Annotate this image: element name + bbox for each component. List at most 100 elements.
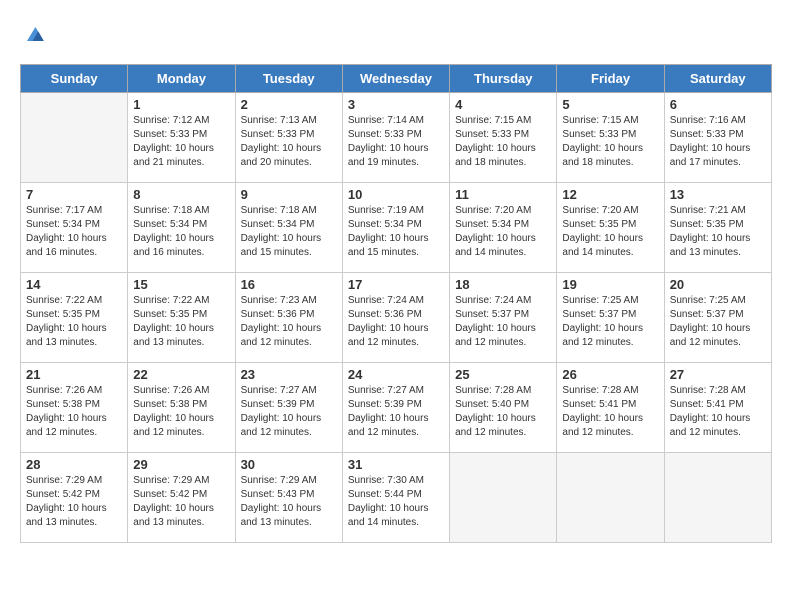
day-info: Sunrise: 7:28 AM Sunset: 5:41 PM Dayligh… xyxy=(670,384,766,440)
calendar-cell: 1Sunrise: 7:12 AM Sunset: 5:33 PM Daylig… xyxy=(128,93,235,183)
day-number: 27 xyxy=(670,367,766,382)
week-row-2: 14 Sunrise: 7:22 AM Sunset: 5:35 PM Dayli… xyxy=(21,273,772,363)
calendar-cell: 22 Sunrise: 7:26 AM Sunset: 5:38 PM Dayli… xyxy=(128,363,235,453)
day-number: 5 xyxy=(562,97,658,112)
calendar-cell: 3Sunrise: 7:14 AM Sunset: 5:33 PM Daylig… xyxy=(342,93,449,183)
calendar-cell: 21 Sunrise: 7:26 AM Sunset: 5:38 PM Dayli… xyxy=(21,363,128,453)
calendar-cell: 16 Sunrise: 7:23 AM Sunset: 5:36 PM Dayli… xyxy=(235,273,342,363)
day-number: 12 xyxy=(562,187,658,202)
calendar-cell: 26 Sunrise: 7:28 AM Sunset: 5:41 PM Dayli… xyxy=(557,363,664,453)
calendar-cell xyxy=(21,93,128,183)
col-header-friday: Friday xyxy=(557,65,664,93)
week-row-1: 7Sunrise: 7:17 AM Sunset: 5:34 PM Daylig… xyxy=(21,183,772,273)
week-row-4: 28 Sunrise: 7:29 AM Sunset: 5:42 PM Dayli… xyxy=(21,453,772,543)
day-info: Sunrise: 7:23 AM Sunset: 5:36 PM Dayligh… xyxy=(241,294,337,350)
day-info: Sunrise: 7:18 AM Sunset: 5:34 PM Dayligh… xyxy=(133,204,229,260)
calendar-cell: 20Sunrise: 7:25 AM Sunset: 5:37 PM Dayli… xyxy=(664,273,771,363)
day-info: Sunrise: 7:12 AM Sunset: 5:33 PM Dayligh… xyxy=(133,114,229,170)
day-info: Sunrise: 7:19 AM Sunset: 5:34 PM Dayligh… xyxy=(348,204,444,260)
day-number: 2 xyxy=(241,97,337,112)
day-number: 15 xyxy=(133,277,229,292)
day-number: 10 xyxy=(348,187,444,202)
day-info: Sunrise: 7:13 AM Sunset: 5:33 PM Dayligh… xyxy=(241,114,337,170)
calendar-cell: 11Sunrise: 7:20 AM Sunset: 5:34 PM Dayli… xyxy=(450,183,557,273)
calendar-cell: 9 Sunrise: 7:18 AM Sunset: 5:34 PM Daylig… xyxy=(235,183,342,273)
day-number: 14 xyxy=(26,277,122,292)
calendar-cell: 30Sunrise: 7:29 AM Sunset: 5:43 PM Dayli… xyxy=(235,453,342,543)
day-number: 22 xyxy=(133,367,229,382)
logo xyxy=(20,20,52,48)
calendar-cell: 7Sunrise: 7:17 AM Sunset: 5:34 PM Daylig… xyxy=(21,183,128,273)
calendar-cell: 24Sunrise: 7:27 AM Sunset: 5:39 PM Dayli… xyxy=(342,363,449,453)
calendar-cell: 25Sunrise: 7:28 AM Sunset: 5:40 PM Dayli… xyxy=(450,363,557,453)
logo-icon xyxy=(20,20,48,48)
calendar-cell xyxy=(664,453,771,543)
day-number: 18 xyxy=(455,277,551,292)
calendar-cell: 6 Sunrise: 7:16 AM Sunset: 5:33 PM Daylig… xyxy=(664,93,771,183)
col-header-saturday: Saturday xyxy=(664,65,771,93)
calendar-cell: 8 Sunrise: 7:18 AM Sunset: 5:34 PM Daylig… xyxy=(128,183,235,273)
day-info: Sunrise: 7:21 AM Sunset: 5:35 PM Dayligh… xyxy=(670,204,766,260)
day-info: Sunrise: 7:29 AM Sunset: 5:43 PM Dayligh… xyxy=(241,474,337,530)
day-number: 21 xyxy=(26,367,122,382)
day-info: Sunrise: 7:18 AM Sunset: 5:34 PM Dayligh… xyxy=(241,204,337,260)
day-info: Sunrise: 7:24 AM Sunset: 5:37 PM Dayligh… xyxy=(455,294,551,350)
calendar-cell: 28 Sunrise: 7:29 AM Sunset: 5:42 PM Dayli… xyxy=(21,453,128,543)
calendar-cell: 10 Sunrise: 7:19 AM Sunset: 5:34 PM Dayli… xyxy=(342,183,449,273)
day-info: Sunrise: 7:15 AM Sunset: 5:33 PM Dayligh… xyxy=(455,114,551,170)
calendar-cell: 19 Sunrise: 7:25 AM Sunset: 5:37 PM Dayli… xyxy=(557,273,664,363)
col-header-sunday: Sunday xyxy=(21,65,128,93)
day-number: 8 xyxy=(133,187,229,202)
day-info: Sunrise: 7:29 AM Sunset: 5:42 PM Dayligh… xyxy=(133,474,229,530)
day-number: 28 xyxy=(26,457,122,472)
calendar-cell: 29Sunrise: 7:29 AM Sunset: 5:42 PM Dayli… xyxy=(128,453,235,543)
day-info: Sunrise: 7:15 AM Sunset: 5:33 PM Dayligh… xyxy=(562,114,658,170)
day-number: 19 xyxy=(562,277,658,292)
day-info: Sunrise: 7:25 AM Sunset: 5:37 PM Dayligh… xyxy=(562,294,658,350)
day-info: Sunrise: 7:14 AM Sunset: 5:33 PM Dayligh… xyxy=(348,114,444,170)
day-info: Sunrise: 7:29 AM Sunset: 5:42 PM Dayligh… xyxy=(26,474,122,530)
calendar-cell: 2 Sunrise: 7:13 AM Sunset: 5:33 PM Daylig… xyxy=(235,93,342,183)
calendar-cell: 13 Sunrise: 7:21 AM Sunset: 5:35 PM Dayli… xyxy=(664,183,771,273)
calendar-cell: 15 Sunrise: 7:22 AM Sunset: 5:35 PM Dayli… xyxy=(128,273,235,363)
calendar-cell xyxy=(450,453,557,543)
day-info: Sunrise: 7:30 AM Sunset: 5:44 PM Dayligh… xyxy=(348,474,444,530)
day-number: 4 xyxy=(455,97,551,112)
day-info: Sunrise: 7:26 AM Sunset: 5:38 PM Dayligh… xyxy=(133,384,229,440)
day-info: Sunrise: 7:17 AM Sunset: 5:34 PM Dayligh… xyxy=(26,204,122,260)
day-number: 9 xyxy=(241,187,337,202)
calendar-cell: 31 Sunrise: 7:30 AM Sunset: 5:44 PM Dayli… xyxy=(342,453,449,543)
day-number: 16 xyxy=(241,277,337,292)
day-number: 13 xyxy=(670,187,766,202)
calendar-cell: 27 Sunrise: 7:28 AM Sunset: 5:41 PM Dayli… xyxy=(664,363,771,453)
day-info: Sunrise: 7:28 AM Sunset: 5:41 PM Dayligh… xyxy=(562,384,658,440)
day-info: Sunrise: 7:26 AM Sunset: 5:38 PM Dayligh… xyxy=(26,384,122,440)
calendar-table: SundayMondayTuesdayWednesdayThursdayFrid… xyxy=(20,64,772,543)
calendar-cell: 17 Sunrise: 7:24 AM Sunset: 5:36 PM Dayli… xyxy=(342,273,449,363)
day-number: 17 xyxy=(348,277,444,292)
day-info: Sunrise: 7:22 AM Sunset: 5:35 PM Dayligh… xyxy=(133,294,229,350)
day-number: 31 xyxy=(348,457,444,472)
day-number: 23 xyxy=(241,367,337,382)
day-number: 25 xyxy=(455,367,551,382)
col-header-thursday: Thursday xyxy=(450,65,557,93)
header-row: SundayMondayTuesdayWednesdayThursdayFrid… xyxy=(21,65,772,93)
calendar-cell: 23 Sunrise: 7:27 AM Sunset: 5:39 PM Dayli… xyxy=(235,363,342,453)
day-info: Sunrise: 7:25 AM Sunset: 5:37 PM Dayligh… xyxy=(670,294,766,350)
day-info: Sunrise: 7:16 AM Sunset: 5:33 PM Dayligh… xyxy=(670,114,766,170)
day-info: Sunrise: 7:20 AM Sunset: 5:35 PM Dayligh… xyxy=(562,204,658,260)
page-header xyxy=(20,20,772,48)
day-number: 6 xyxy=(670,97,766,112)
day-info: Sunrise: 7:24 AM Sunset: 5:36 PM Dayligh… xyxy=(348,294,444,350)
calendar-cell: 12 Sunrise: 7:20 AM Sunset: 5:35 PM Dayli… xyxy=(557,183,664,273)
day-info: Sunrise: 7:22 AM Sunset: 5:35 PM Dayligh… xyxy=(26,294,122,350)
calendar-cell: 4 Sunrise: 7:15 AM Sunset: 5:33 PM Daylig… xyxy=(450,93,557,183)
day-info: Sunrise: 7:27 AM Sunset: 5:39 PM Dayligh… xyxy=(348,384,444,440)
day-info: Sunrise: 7:27 AM Sunset: 5:39 PM Dayligh… xyxy=(241,384,337,440)
calendar-cell: 14 Sunrise: 7:22 AM Sunset: 5:35 PM Dayli… xyxy=(21,273,128,363)
calendar-cell xyxy=(557,453,664,543)
calendar-cell: 18 Sunrise: 7:24 AM Sunset: 5:37 PM Dayli… xyxy=(450,273,557,363)
col-header-tuesday: Tuesday xyxy=(235,65,342,93)
week-row-0: 1Sunrise: 7:12 AM Sunset: 5:33 PM Daylig… xyxy=(21,93,772,183)
day-number: 26 xyxy=(562,367,658,382)
